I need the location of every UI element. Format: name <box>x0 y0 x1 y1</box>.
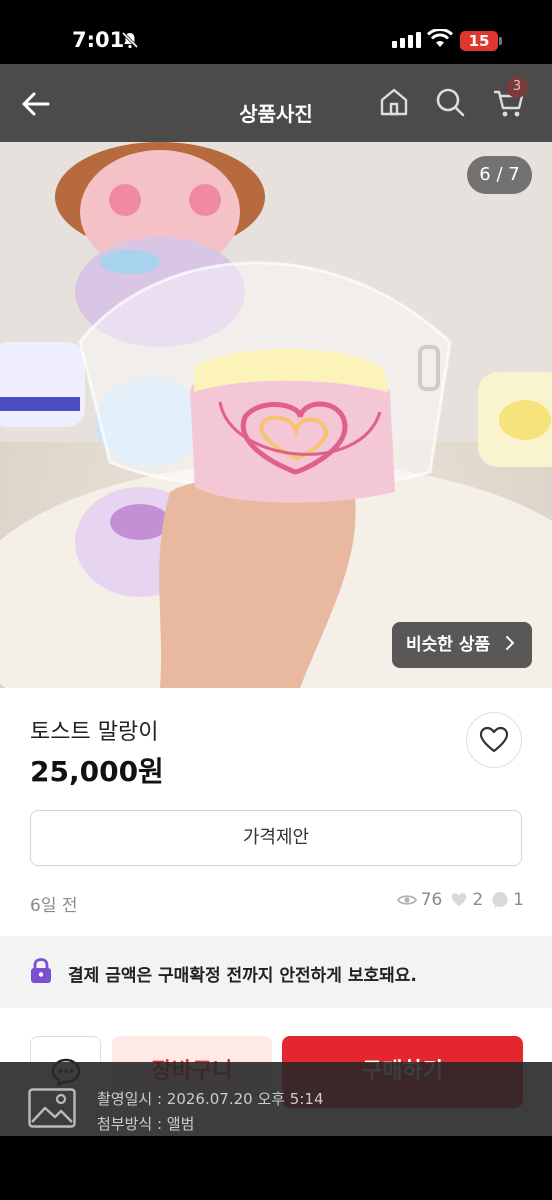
battery-level: 15 <box>460 31 498 51</box>
bell-off-icon <box>121 31 139 49</box>
chats-stat: 1 <box>491 890 524 910</box>
heart-small-icon <box>451 893 467 907</box>
similar-products-button[interactable]: 비슷한 상품 <box>392 622 532 668</box>
chevron-right-icon <box>506 636 515 650</box>
views-stat: 76 <box>396 890 443 910</box>
wifi-icon <box>427 29 453 47</box>
eye-icon <box>396 895 417 905</box>
capture-info-overlay: 촬영일시 : 2026.07.20 오후 5:14 첨부방식 : 앨범 <box>0 1062 552 1136</box>
battery-tip <box>499 37 502 45</box>
product-price: 25,000원 <box>30 755 164 788</box>
likes-stat: 2 <box>450 890 483 910</box>
status-time: 7:01 <box>72 28 125 52</box>
views-count: 76 <box>420 890 443 910</box>
capture-method: 첨부방식 : 앨범 <box>97 1115 195 1133</box>
lock-icon <box>31 958 51 983</box>
posted-time: 6일 전 <box>30 896 78 916</box>
safe-payment-notice: 결제 금액은 구매확정 전까지 안전하게 보호돼요. <box>0 936 552 1008</box>
likes-count: 2 <box>472 890 484 910</box>
cart-count-badge: 3 <box>506 76 528 98</box>
product-photo-art <box>0 142 552 688</box>
status-bar: 7:01 15 <box>0 0 552 64</box>
product-info: 토스트 말랑이 25,000원 가격제안 6일 전 76 2 1 <box>0 688 552 936</box>
search-icon[interactable] <box>434 86 466 118</box>
product-title: 토스트 말랑이 <box>30 720 159 745</box>
heart-icon <box>479 726 509 753</box>
photo-counter: 6 / 7 <box>467 156 532 194</box>
chats-count: 1 <box>513 890 524 910</box>
signal-icon <box>392 32 421 48</box>
image-icon <box>28 1088 76 1128</box>
home-icon[interactable] <box>378 86 410 118</box>
top-nav: 상품사진 3 <box>0 64 552 142</box>
product-stats: 76 2 1 <box>393 890 524 910</box>
chat-small-icon <box>492 892 508 908</box>
page-title: 상품사진 <box>239 102 313 126</box>
screen-bottom <box>0 1136 552 1200</box>
like-button[interactable] <box>466 712 522 768</box>
capture-date: 촬영일시 : 2026.07.20 오후 5:14 <box>97 1090 324 1108</box>
price-offer-button[interactable]: 가격제안 <box>30 810 522 866</box>
notice-text: 결제 금액은 구매확정 전까지 안전하게 보호돼요. <box>68 966 417 986</box>
product-photo[interactable]: 6 / 7 비슷한 상품 <box>0 142 552 688</box>
similar-products-label: 비슷한 상품 <box>406 635 491 655</box>
